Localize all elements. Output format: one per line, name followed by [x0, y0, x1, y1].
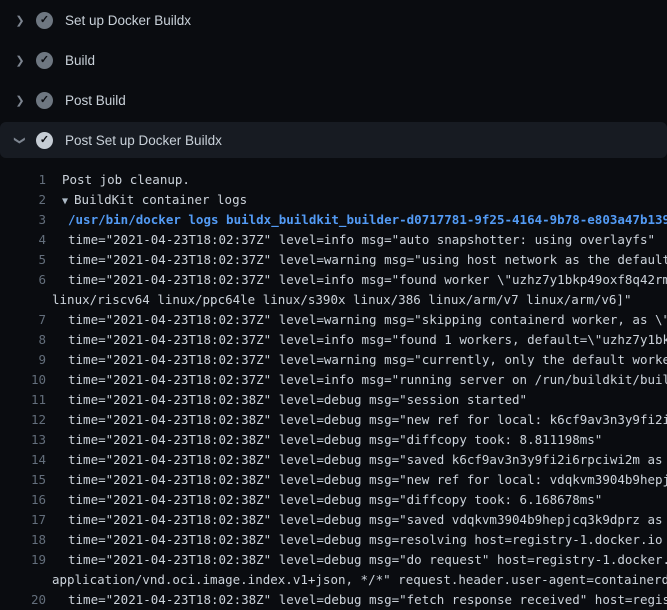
log-row[interactable]: 20time="2021-04-23T18:02:38Z" level=debu…: [0, 590, 667, 610]
log-row[interactable]: 10time="2021-04-23T18:02:37Z" level=info…: [0, 370, 667, 390]
chevron-right-icon[interactable]: ❯: [10, 94, 30, 107]
log-line-number[interactable]: 10: [0, 370, 46, 390]
log-row[interactable]: 9time="2021-04-23T18:02:37Z" level=warni…: [0, 350, 667, 370]
check-circle-icon: ✓: [36, 52, 53, 69]
check-circle-icon: ✓: [36, 132, 53, 149]
steps-list: ❯ ✓ Set up Docker Buildx ❯ ✓ Build ❯ ✓ Post Buil…: [0, 0, 667, 158]
log-line-text: /usr/bin/docker logs buildx_buildkit_bui…: [46, 210, 667, 230]
log-line-text: time="2021-04-23T18:02:38Z" level=debug …: [46, 590, 667, 610]
log-line-text: time="2021-04-23T18:02:38Z" level=debug …: [46, 470, 667, 490]
log-line-text: Post job cleanup.: [46, 170, 667, 190]
log-row[interactable]: 8time="2021-04-23T18:02:37Z" level=info …: [0, 330, 667, 350]
chevron-down-icon[interactable]: ❯: [14, 130, 27, 150]
log-row[interactable]: application/vnd.oci.image.index.v1+json,…: [0, 570, 667, 590]
log-row[interactable]: 3/usr/bin/docker logs buildx_buildkit_bu…: [0, 210, 667, 230]
step-label: Post Build: [65, 93, 126, 108]
log-line-text: time="2021-04-23T18:02:37Z" level=info m…: [46, 230, 667, 250]
log-row[interactable]: 15time="2021-04-23T18:02:38Z" level=debu…: [0, 470, 667, 490]
step-row-post-build[interactable]: ❯ ✓ Post Build: [0, 82, 667, 118]
log-row[interactable]: 14time="2021-04-23T18:02:38Z" level=debu…: [0, 450, 667, 470]
log-row[interactable]: 18time="2021-04-23T18:02:38Z" level=debu…: [0, 530, 667, 550]
log-line-text: time="2021-04-23T18:02:37Z" level=warnin…: [46, 350, 667, 370]
log-line-text: application/vnd.oci.image.index.v1+json,…: [46, 570, 667, 590]
log-row[interactable]: 7time="2021-04-23T18:02:37Z" level=warni…: [0, 310, 667, 330]
log-line-number[interactable]: 20: [0, 590, 46, 610]
step-row-set-up-docker-buildx[interactable]: ❯ ✓ Set up Docker Buildx: [0, 2, 667, 38]
log-line-number[interactable]: 4: [0, 230, 46, 250]
log-row[interactable]: 4time="2021-04-23T18:02:37Z" level=info …: [0, 230, 667, 250]
log-view: 1Post job cleanup.2 ▼ BuildKit container l…: [0, 162, 667, 610]
log-line-text: time="2021-04-23T18:02:38Z" level=debug …: [46, 550, 667, 570]
log-line-text: time="2021-04-23T18:02:37Z" level=info m…: [46, 270, 667, 290]
check-circle-icon: ✓: [36, 92, 53, 109]
log-line-number[interactable]: 5: [0, 250, 46, 270]
step-row-post-set-up-docker-buildx[interactable]: ❯ ✓ Post Set up Docker Buildx: [0, 122, 667, 158]
log-line-text: linux/riscv64 linux/ppc64le linux/s390x …: [46, 290, 667, 310]
log-line-text: time="2021-04-23T18:02:38Z" level=debug …: [46, 490, 667, 510]
log-line-number[interactable]: 9: [0, 350, 46, 370]
step-label: Set up Docker Buildx: [65, 13, 191, 28]
log-row[interactable]: 6time="2021-04-23T18:02:37Z" level=info …: [0, 270, 667, 290]
log-row[interactable]: 5time="2021-04-23T18:02:37Z" level=warni…: [0, 250, 667, 270]
log-line-text: time="2021-04-23T18:02:38Z" level=debug …: [46, 390, 667, 410]
check-circle-icon: ✓: [36, 12, 53, 29]
log-line-text: time="2021-04-23T18:02:38Z" level=debug …: [46, 530, 667, 550]
log-row[interactable]: 17time="2021-04-23T18:02:38Z" level=debu…: [0, 510, 667, 530]
log-row[interactable]: 2 ▼ BuildKit container logs: [0, 190, 667, 210]
step-row-build[interactable]: ❯ ✓ Build: [0, 42, 667, 78]
log-line-number[interactable]: 14: [0, 450, 46, 470]
log-line-number[interactable]: 16: [0, 490, 46, 510]
log-row[interactable]: 13time="2021-04-23T18:02:38Z" level=debu…: [0, 430, 667, 450]
collapse-triangle-icon[interactable]: ▼: [62, 196, 68, 207]
log-row[interactable]: 1Post job cleanup.: [0, 170, 667, 190]
log-row[interactable]: 11time="2021-04-23T18:02:38Z" level=debu…: [0, 390, 667, 410]
step-label: Build: [65, 53, 95, 68]
log-line-number[interactable]: 19: [0, 550, 46, 570]
log-line-number[interactable]: 18: [0, 530, 46, 550]
log-line-text: time="2021-04-23T18:02:37Z" level=info m…: [46, 330, 667, 350]
chevron-right-icon[interactable]: ❯: [10, 14, 30, 27]
log-line-number[interactable]: 2: [0, 190, 46, 210]
log-row[interactable]: linux/riscv64 linux/ppc64le linux/s390x …: [0, 290, 667, 310]
log-line-text: time="2021-04-23T18:02:38Z" level=debug …: [46, 510, 667, 530]
log-line-text: time="2021-04-23T18:02:37Z" level=info m…: [46, 370, 667, 390]
log-line-number[interactable]: 12: [0, 410, 46, 430]
log-line-text: time="2021-04-23T18:02:38Z" level=debug …: [46, 450, 667, 470]
log-line-number[interactable]: [0, 570, 46, 590]
log-line-number[interactable]: 17: [0, 510, 46, 530]
log-line-number[interactable]: 3: [0, 210, 46, 230]
log-line-text: time="2021-04-23T18:02:38Z" level=debug …: [46, 410, 667, 430]
log-line-number[interactable]: 13: [0, 430, 46, 450]
log-line-number[interactable]: 7: [0, 310, 46, 330]
log-row[interactable]: 19time="2021-04-23T18:02:38Z" level=debu…: [0, 550, 667, 570]
log-group-title[interactable]: BuildKit container logs: [74, 192, 247, 207]
log-line-text: time="2021-04-23T18:02:37Z" level=warnin…: [46, 310, 667, 330]
log-line-number[interactable]: 1: [0, 170, 46, 190]
log-line-text: time="2021-04-23T18:02:38Z" level=debug …: [46, 430, 667, 450]
log-line-text[interactable]: ▼ BuildKit container logs: [46, 190, 667, 210]
chevron-right-icon[interactable]: ❯: [10, 54, 30, 67]
log-line-text: time="2021-04-23T18:02:37Z" level=warnin…: [46, 250, 667, 270]
step-label: Post Set up Docker Buildx: [65, 133, 222, 148]
log-line-number[interactable]: 15: [0, 470, 46, 490]
log-row[interactable]: 16time="2021-04-23T18:02:38Z" level=debu…: [0, 490, 667, 510]
log-line-number[interactable]: [0, 290, 46, 310]
log-line-number[interactable]: 11: [0, 390, 46, 410]
log-line-number[interactable]: 6: [0, 270, 46, 290]
log-line-number[interactable]: 8: [0, 330, 46, 350]
log-row[interactable]: 12time="2021-04-23T18:02:38Z" level=debu…: [0, 410, 667, 430]
